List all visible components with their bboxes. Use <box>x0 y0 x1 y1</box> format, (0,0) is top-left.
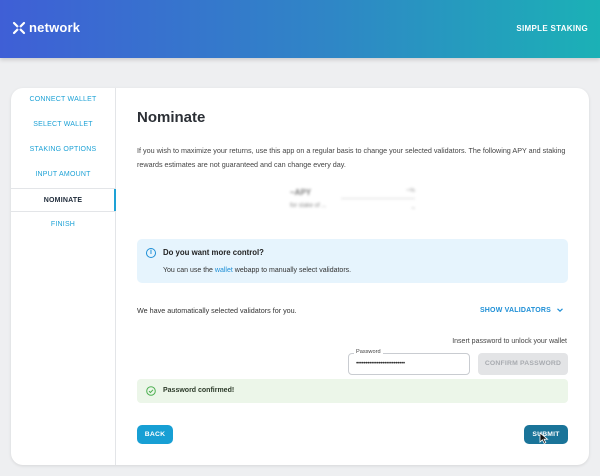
apy-estimates-blurred: ~APY for stake of ... ~% ~ <box>290 188 415 212</box>
staking-card: CONNECT WALLET SELECT WALLET STAKING OPT… <box>11 88 589 465</box>
password-value: •••••••••••••••••••••••••• <box>356 360 405 367</box>
step-input-amount[interactable]: INPUT AMOUNT <box>11 163 115 187</box>
password-confirmed-alert: Password confirmed! <box>137 379 568 403</box>
step-finish[interactable]: FINISH <box>11 213 115 237</box>
show-validators-label: SHOW VALIDATORS <box>479 306 551 314</box>
wallet-link[interactable]: wallet <box>215 267 233 274</box>
unlock-wallet-text: Insert password to unlock your wallet <box>452 338 567 345</box>
back-button[interactable]: BACK <box>137 425 173 444</box>
info-icon: i <box>146 248 156 258</box>
info-title: Do you want more control? <box>163 248 264 257</box>
show-validators-toggle[interactable]: SHOW VALIDATORS <box>480 306 564 314</box>
password-field[interactable]: Password •••••••••••••••••••••••••• <box>348 349 470 375</box>
step-select-wallet[interactable]: SELECT WALLET <box>11 113 115 137</box>
info-text: You can use the wallet webapp to manuall… <box>163 267 352 274</box>
brand-logo[interactable]: network <box>12 20 80 35</box>
step-nominate[interactable]: NOMINATE <box>11 188 116 212</box>
chevron-down-icon <box>557 308 563 313</box>
step-staking-options[interactable]: STAKING OPTIONS <box>11 138 115 162</box>
main-content: Nominate If you wish to maximize your re… <box>117 88 589 465</box>
password-confirmed-text: Password confirmed! <box>163 387 235 394</box>
app-title: SIMPLE STAKING <box>516 24 588 33</box>
intro-text: If you wish to maximize your returns, us… <box>137 146 566 169</box>
mouse-cursor-icon <box>539 432 549 444</box>
page-title: Nominate <box>137 109 206 126</box>
top-bar: network SIMPLE STAKING <box>0 0 600 58</box>
auto-selected-text: We have automatically selected validator… <box>137 306 297 315</box>
network-logo-icon <box>12 21 26 34</box>
check-circle-icon <box>146 386 156 396</box>
step-connect-wallet[interactable]: CONNECT WALLET <box>11 88 115 112</box>
more-control-info: i Do you want more control? You can use … <box>137 239 568 283</box>
password-label: Password <box>354 349 383 355</box>
steps-sidebar: CONNECT WALLET SELECT WALLET STAKING OPT… <box>11 88 116 465</box>
confirm-password-button[interactable]: CONFIRM PASSWORD <box>478 353 568 375</box>
brand-name: network <box>29 20 81 35</box>
